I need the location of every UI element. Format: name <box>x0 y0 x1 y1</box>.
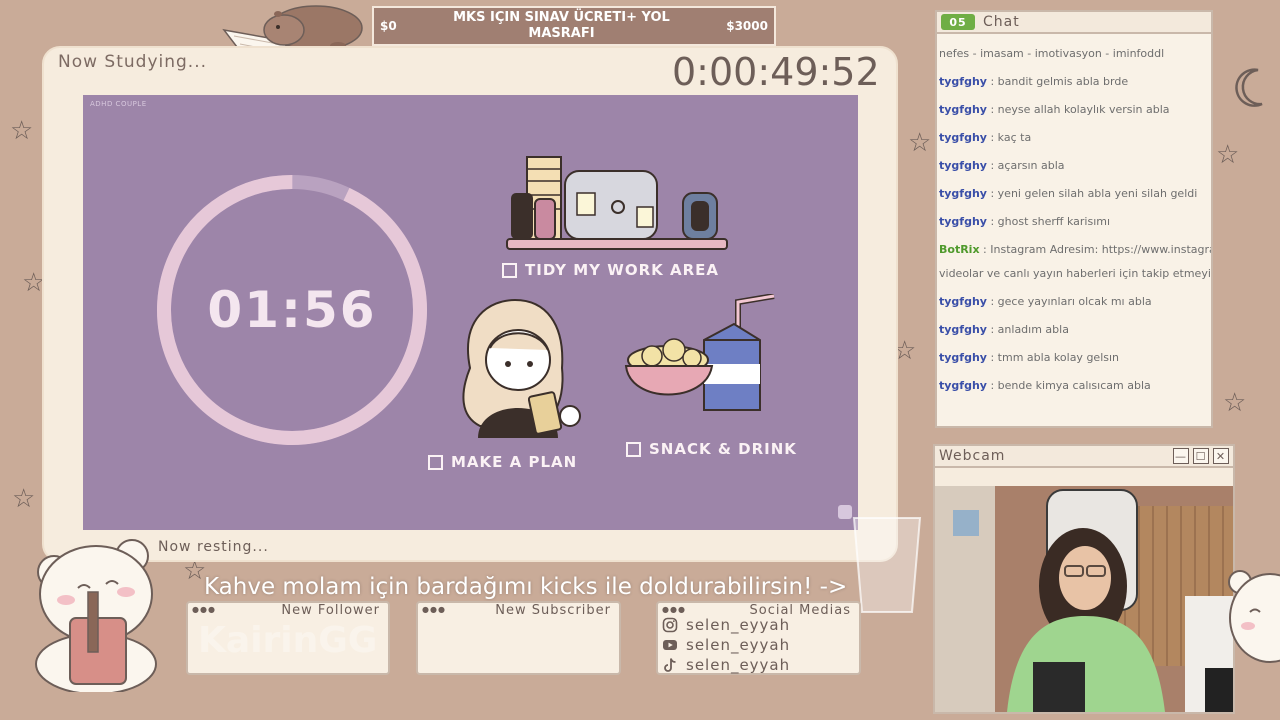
social-instagram[interactable]: selen_eyyah <box>662 616 790 634</box>
chat-badge: 05 <box>941 14 975 30</box>
close-button[interactable]: ✕ <box>1213 448 1229 465</box>
glass-illustration <box>848 512 926 616</box>
chat-text: : Instagram Adresim: https://www.instagr… <box>983 243 1211 256</box>
task-snack-drink[interactable]: SNACK & DRINK <box>626 440 797 458</box>
task-label: SNACK & DRINK <box>649 440 797 458</box>
star-icon: ☆ <box>1216 140 1240 170</box>
chat-message: tygfghy : bende kimya calısıcam abla <box>939 378 1151 394</box>
chat-text: : neyse allah kolaylık versin abla <box>990 103 1170 116</box>
donation-caption: Kahve molam için bardağımı kicks ile dol… <box>204 574 848 600</box>
chat-username[interactable]: tygfghy <box>939 75 987 88</box>
chat-message: tygfghy : kaç ta <box>939 130 1031 146</box>
chat-message: tygfghy : açarsın abla <box>939 158 1065 174</box>
chat-message: BotRix : Instagram Adresim: https://www.… <box>939 242 1211 258</box>
chat-text: : açarsın abla <box>990 159 1065 172</box>
social-tiktok[interactable]: selen_eyyah <box>662 656 790 674</box>
task-label: MAKE A PLAN <box>451 453 578 471</box>
social-medias-card: ●●● Social Medias selen_eyyah selen_eyya… <box>656 601 861 675</box>
chat-text: : tmm abla kolay gelsın <box>990 351 1120 364</box>
new-follower-name: KairinGG <box>198 620 378 661</box>
chat-message: tygfghy : gece yayınları olcak mı abla <box>939 294 1152 310</box>
new-subscriber-card: ●●● New Subscriber <box>416 601 621 675</box>
girl-planning-illustration <box>450 298 590 440</box>
task-checkbox[interactable] <box>626 441 641 457</box>
chat-message: videolar ve canlı yayın haberleri için t… <box>939 266 1211 282</box>
chat-message: tygfghy : bandit gelmis abla brde <box>939 74 1128 90</box>
chat-text: : bende kimya calısıcam abla <box>990 379 1151 392</box>
goal-end-value: $3000 <box>726 19 768 33</box>
chat-message-list: nefes - imasam - imotivasyon - iminfoddl… <box>937 34 1211 426</box>
webcam-feed <box>935 486 1233 712</box>
card-title: New Subscriber <box>495 603 611 618</box>
chat-username[interactable]: tygfghy <box>939 379 987 392</box>
window-dots: ●●● <box>422 605 446 614</box>
bear-with-drink-illustration <box>26 532 176 695</box>
elapsed-timer: 0:00:49:52 <box>672 50 880 94</box>
task-checkbox[interactable] <box>502 262 517 278</box>
instagram-icon <box>662 617 678 633</box>
webcam-window: Webcam — ☐ ✕ <box>933 444 1235 714</box>
chat-message: nefes - imasam - imotivasyon - iminfoddl <box>939 46 1164 62</box>
chat-text: : yeni gelen silah abla yeni silah geldi <box>990 187 1198 200</box>
task-label: TIDY MY WORK AREA <box>525 261 719 279</box>
tiktok-icon <box>664 658 676 672</box>
countdown-timer: 01:56 <box>207 281 377 339</box>
goal-title: MKS IÇIN SINAV ÜCRETI+ YOL MASRAFI <box>453 10 670 41</box>
task-checkbox[interactable] <box>428 454 443 470</box>
chat-username[interactable]: BotRix <box>939 243 980 256</box>
bear-peeking-illustration <box>1226 568 1280 678</box>
task-tidy-work-area[interactable]: TIDY MY WORK AREA <box>502 261 719 279</box>
chat-text: : anladım abla <box>990 323 1069 336</box>
card-title: New Follower <box>281 603 380 618</box>
moon-icon <box>1228 64 1272 110</box>
chat-text: : gece yayınları olcak mı abla <box>990 295 1152 308</box>
maximize-button[interactable]: ☐ <box>1193 448 1209 465</box>
chat-username[interactable]: tygfghy <box>939 187 987 200</box>
star-icon: ☆ <box>10 116 34 146</box>
window-dots: ●●● <box>662 605 686 614</box>
chat-username[interactable]: tygfghy <box>939 159 987 172</box>
social-handle: selen_eyyah <box>686 636 791 654</box>
social-handle: selen_eyyah <box>686 616 791 634</box>
webcam-titlebar: Webcam — ☐ ✕ <box>935 446 1233 468</box>
chat-window: 05 Chat nefes - imasam - imotivasyon - i… <box>935 10 1213 428</box>
chat-text: : kaç ta <box>990 131 1032 144</box>
webcam-title: Webcam <box>939 448 1006 464</box>
chat-text: videolar ve canlı yayın haberleri için t… <box>939 267 1211 280</box>
chat-title: Chat <box>983 14 1020 30</box>
shelf-illustration <box>505 155 730 255</box>
social-handle: selen_eyyah <box>686 656 791 674</box>
chat-username[interactable]: tygfghy <box>939 215 987 228</box>
chat-username[interactable]: tygfghy <box>939 103 987 116</box>
minimize-button[interactable]: — <box>1173 448 1189 465</box>
task-make-a-plan[interactable]: MAKE A PLAN <box>428 453 577 471</box>
chat-text: : bandit gelmis abla brde <box>990 75 1129 88</box>
chat-username[interactable]: tygfghy <box>939 351 987 364</box>
chat-text: : ghost sherff karisımı <box>990 215 1111 228</box>
chat-titlebar: 05 Chat <box>937 12 1211 34</box>
chat-text: nefes - imasam - imotivasyon - iminfoddl <box>939 47 1165 60</box>
window-dots: ●●● <box>192 605 216 614</box>
social-youtube[interactable]: selen_eyyah <box>662 636 790 654</box>
now-studying-heading: Now Studying... <box>58 52 208 72</box>
chat-message: tygfghy : tmm abla kolay gelsın <box>939 350 1119 366</box>
chat-username[interactable]: tygfghy <box>939 131 987 144</box>
goal-start-value: $0 <box>380 19 397 33</box>
youtube-icon <box>663 640 677 650</box>
star-icon: ☆ <box>12 484 36 514</box>
chat-message: tygfghy : anladım abla <box>939 322 1069 338</box>
chat-username[interactable]: tygfghy <box>939 295 987 308</box>
snack-drink-illustration <box>622 293 782 420</box>
chat-username[interactable]: tygfghy <box>939 323 987 336</box>
chat-message: tygfghy : neyse allah kolaylık versin ab… <box>939 102 1170 118</box>
chat-message: tygfghy : yeni gelen silah abla yeni sil… <box>939 186 1197 202</box>
star-icon: ☆ <box>908 128 932 158</box>
donation-goal-bar: $0 MKS IÇIN SINAV ÜCRETI+ YOL MASRAFI $3… <box>372 6 776 46</box>
star-icon: ☆ <box>1223 388 1247 418</box>
chat-message: tygfghy : ghost sherff karisımı <box>939 214 1110 230</box>
panel-credit: ADHD COUPLE <box>90 100 147 108</box>
